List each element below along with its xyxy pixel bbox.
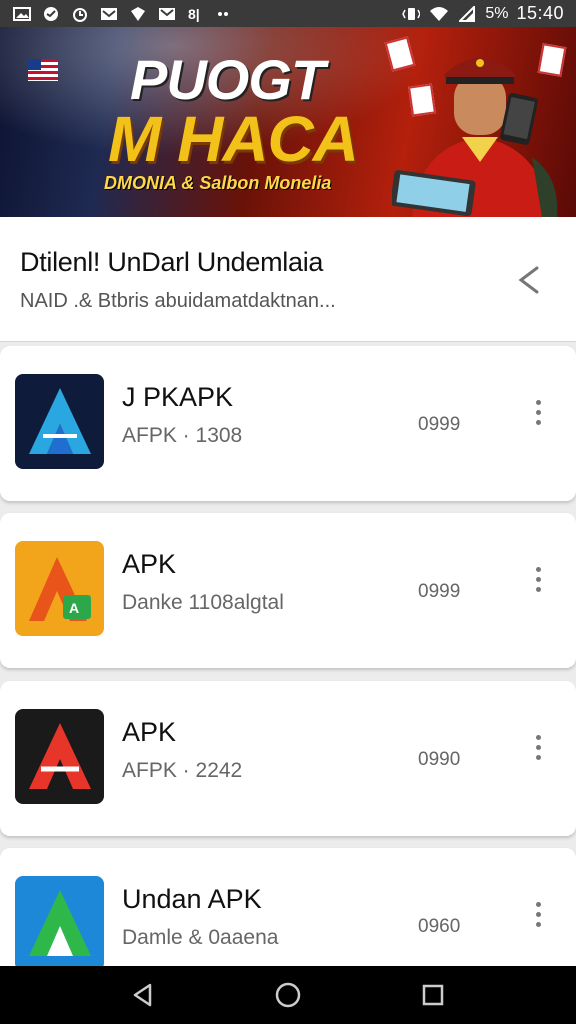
share-button[interactable] bbox=[508, 259, 550, 301]
share-icon bbox=[518, 266, 539, 294]
more-options-button[interactable] bbox=[522, 392, 554, 432]
chat-icon bbox=[41, 6, 61, 22]
status-time: 15:40 bbox=[516, 3, 564, 23]
app-list-item[interactable]: J PKAPK AFPK · 1308 0999 bbox=[0, 346, 576, 501]
app-meta: AFPK · 1308 bbox=[122, 424, 243, 447]
svg-text:8|: 8| bbox=[188, 6, 200, 22]
app-meta: Damle & 0aaena bbox=[122, 926, 279, 949]
more-dots-icon bbox=[535, 399, 541, 405]
notification-icons: 8| bbox=[12, 6, 235, 22]
sim-icon: 8| bbox=[186, 6, 206, 22]
officer-illustration bbox=[392, 58, 558, 217]
alarm-icon bbox=[70, 6, 90, 22]
app-size: 0960 bbox=[418, 916, 461, 937]
banner-title-line2: M HACA bbox=[108, 103, 359, 175]
vibrate-icon bbox=[401, 6, 421, 22]
more-dots-icon bbox=[535, 566, 541, 572]
app-icon bbox=[15, 374, 104, 469]
more-dots-icon bbox=[535, 901, 541, 907]
battery-percent: 5% bbox=[485, 4, 509, 22]
page-title: Dtilenl! UnDarl Undemlaia bbox=[20, 247, 324, 277]
wifi-icon bbox=[429, 6, 449, 22]
more-options-button[interactable] bbox=[522, 894, 554, 934]
app-name: Undan APK bbox=[122, 884, 262, 914]
navigation-bar bbox=[0, 966, 576, 1024]
app-icon bbox=[15, 709, 104, 804]
recents-icon bbox=[423, 984, 444, 1006]
app-icon: A bbox=[15, 541, 104, 636]
signal-icon bbox=[457, 5, 477, 22]
app-list-item[interactable]: APK AFPK · 2242 0990 bbox=[0, 681, 576, 836]
recents-button[interactable] bbox=[408, 970, 458, 1020]
email-icon bbox=[157, 6, 177, 22]
app-meta: Danke 1108algtal bbox=[122, 591, 284, 614]
app-icon bbox=[15, 876, 104, 971]
app-size: 0999 bbox=[418, 581, 461, 602]
page-header: Dtilenl! UnDarl Undemlaia NAID .& Btbris… bbox=[0, 217, 576, 342]
mail-icon bbox=[99, 6, 119, 22]
svg-text:A: A bbox=[69, 600, 79, 616]
more-options-button[interactable] bbox=[522, 559, 554, 599]
more-dots-icon bbox=[215, 6, 235, 22]
app-meta: AFPK · 2242 bbox=[122, 759, 243, 782]
back-icon bbox=[133, 983, 151, 1007]
app-name: APK bbox=[122, 549, 177, 579]
banner-tagline: DMONIA & Salbon Monelia bbox=[104, 173, 332, 193]
app-name: APK bbox=[122, 717, 177, 747]
app-size: 0999 bbox=[418, 414, 461, 435]
home-icon bbox=[275, 982, 301, 1008]
shield-icon bbox=[128, 6, 148, 22]
system-icons: 5% 15:40 bbox=[401, 3, 564, 24]
status-bar: 8| 5% 15:40 bbox=[0, 0, 576, 27]
picture-icon bbox=[12, 6, 32, 22]
page-subtitle: NAID .& Btbris abuidamatdaktnan... bbox=[20, 290, 336, 312]
more-options-button[interactable] bbox=[522, 727, 554, 767]
app-list-item[interactable]: A APK Danke 1108algtal 0999 bbox=[0, 513, 576, 668]
back-button[interactable] bbox=[118, 970, 168, 1020]
home-button[interactable] bbox=[263, 970, 313, 1020]
flag-icon bbox=[28, 59, 58, 81]
app-size: 0990 bbox=[418, 749, 461, 770]
promo-banner[interactable]: PUOGT M HACA DMONIA & Salbon Monelia bbox=[0, 27, 576, 217]
app-name: J PKAPK bbox=[122, 382, 234, 412]
more-dots-icon bbox=[535, 734, 541, 740]
